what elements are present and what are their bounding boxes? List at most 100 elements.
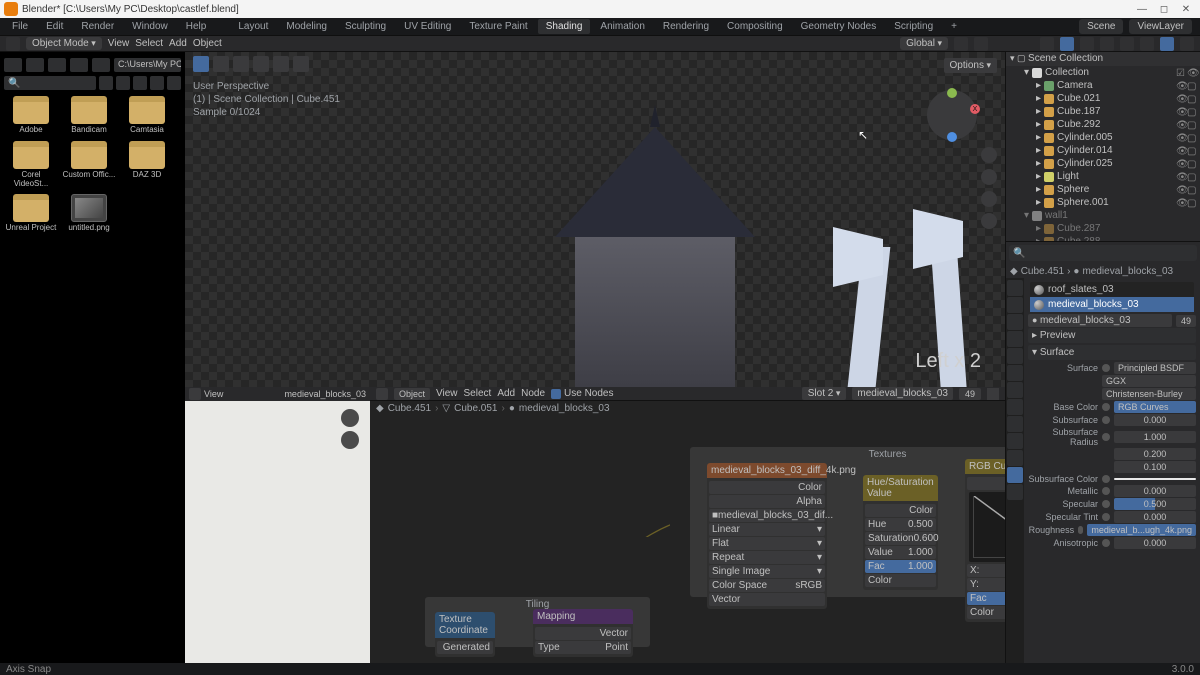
tab-output-icon[interactable]: [1007, 297, 1023, 313]
editor-type-icon[interactable]: [376, 388, 388, 400]
filter-icon[interactable]: [167, 76, 181, 90]
tab-add[interactable]: +: [943, 19, 965, 34]
cursor-tool-icon[interactable]: [213, 56, 229, 72]
folder-item[interactable]: Corel VideoSt...: [4, 141, 58, 189]
distribution-dropdown[interactable]: GGX: [1102, 375, 1196, 387]
tab-rendering[interactable]: Rendering: [655, 19, 717, 34]
tab-viewlayer-icon[interactable]: [1007, 314, 1023, 330]
metallic-field[interactable]: 0.000: [1114, 485, 1196, 497]
ng-menu-add[interactable]: Add: [497, 388, 515, 399]
outliner-object[interactable]: ▸Cube.288: [1006, 235, 1200, 242]
menu-edit[interactable]: Edit: [38, 19, 71, 34]
material-slot-list[interactable]: roof_slates_03 medieval_blocks_03: [1030, 282, 1194, 312]
tab-data-icon[interactable]: [1007, 450, 1023, 466]
outliner-root[interactable]: ▾ ▢ Scene Collection: [1006, 52, 1200, 66]
3d-viewport[interactable]: User Perspective (1) | Scene Collection …: [185, 52, 1005, 387]
path-field[interactable]: C:\Users\My PC\Docu...: [114, 58, 181, 72]
filebrowser-search[interactable]: 🔍: [4, 76, 96, 90]
viewlayer-selector[interactable]: ViewLayer: [1129, 19, 1192, 34]
menu-window[interactable]: Window: [124, 19, 176, 34]
folder-item[interactable]: Camtasia: [120, 96, 174, 135]
tool-icon[interactable]: [293, 56, 309, 72]
outliner-object[interactable]: ▸Cube.187👁▢: [1006, 105, 1200, 118]
outliner-object[interactable]: ▸Cube.021👁▢: [1006, 92, 1200, 105]
vp-menu-add[interactable]: Add: [169, 38, 187, 49]
subsurfrad-field[interactable]: 0.100: [1114, 461, 1196, 473]
tab-physics-icon[interactable]: [1007, 416, 1023, 432]
tab-texturepaint[interactable]: Texture Paint: [461, 19, 535, 34]
new-folder-button[interactable]: [92, 58, 110, 72]
material-slot-dropdown[interactable]: Slot 2 ▾: [802, 387, 847, 400]
tab-uvediting[interactable]: UV Editing: [396, 19, 459, 34]
folder-item[interactable]: Unreal Project: [4, 194, 58, 233]
shading-matprev-icon[interactable]: [1140, 37, 1154, 51]
tab-modeling[interactable]: Modeling: [278, 19, 335, 34]
select-tool-icon[interactable]: [193, 56, 209, 72]
outliner-collection[interactable]: ▾Collection☑👁: [1006, 66, 1200, 79]
vp-menu-select[interactable]: Select: [135, 38, 163, 49]
pause-render-icon[interactable]: [1180, 37, 1194, 51]
tab-sculpting[interactable]: Sculpting: [337, 19, 394, 34]
tab-scripting[interactable]: Scripting: [886, 19, 941, 34]
shader-type-dropdown[interactable]: Object: [394, 388, 430, 400]
tool-icon[interactable]: [253, 56, 269, 72]
tab-world-icon[interactable]: [1007, 348, 1023, 364]
tab-render-icon[interactable]: [1007, 280, 1023, 296]
specular-field[interactable]: 0.500: [1114, 498, 1196, 510]
tool-icon[interactable]: [273, 56, 289, 72]
editor-type-icon[interactable]: [6, 37, 20, 51]
back-button[interactable]: [4, 58, 22, 72]
shading-solid-icon[interactable]: [1120, 37, 1134, 51]
zoom-icon[interactable]: [981, 147, 997, 163]
shading-wire-icon[interactable]: [1100, 37, 1114, 51]
node-texture-coordinate[interactable]: Texture Coordinate Generated: [435, 612, 495, 657]
ng-menu-view[interactable]: View: [436, 388, 458, 399]
vp-menu-object[interactable]: Object: [193, 38, 222, 49]
shader-editor[interactable]: Object View Select Add Node Use Nodes Sl…: [370, 387, 1005, 663]
aniso-field[interactable]: 0.000: [1114, 537, 1196, 549]
close-button[interactable]: ✕: [1176, 2, 1196, 16]
sort-icon[interactable]: [150, 76, 164, 90]
camera-icon[interactable]: [981, 191, 997, 207]
tab-particles-icon[interactable]: [1007, 399, 1023, 415]
material-slot-item[interactable]: medieval_blocks_03: [1030, 297, 1194, 312]
gizmo-y-icon[interactable]: [947, 88, 957, 98]
material-users[interactable]: 49: [959, 388, 981, 400]
outliner-object[interactable]: ▸Cube.292👁▢: [1006, 118, 1200, 131]
file-item[interactable]: untitled.png: [62, 194, 116, 233]
tab-constraints-icon[interactable]: [1007, 433, 1023, 449]
subsurf-field[interactable]: 0.000: [1114, 414, 1196, 426]
pan-icon[interactable]: [981, 169, 997, 185]
roughness-field[interactable]: medieval_b...ugh_4k.png: [1087, 524, 1196, 536]
use-nodes-checkbox[interactable]: Use Nodes: [551, 388, 613, 399]
node-rgb-curves[interactable]: RGB Curves Color X:0.36364 Y:0.21250 Fac…: [965, 459, 1005, 622]
folder-item[interactable]: Adobe: [4, 96, 58, 135]
tab-object-icon[interactable]: [1007, 365, 1023, 381]
tab-geonodes[interactable]: Geometry Nodes: [793, 19, 885, 34]
outliner-object[interactable]: ▸Light👁▢: [1006, 170, 1200, 183]
overlay-toggle-icon[interactable]: [1060, 37, 1074, 51]
forward-button[interactable]: [26, 58, 44, 72]
display-mode-icon[interactable]: [133, 76, 147, 90]
tab-compositing[interactable]: Compositing: [719, 19, 791, 34]
subsurfcolor-field[interactable]: [1114, 478, 1196, 480]
refresh-button[interactable]: [70, 58, 88, 72]
outliner-object[interactable]: ▸Cylinder.025👁▢: [1006, 157, 1200, 170]
outliner-object[interactable]: ▸Sphere👁▢: [1006, 183, 1200, 196]
outliner-collection-hidden[interactable]: ▾wall1: [1006, 209, 1200, 222]
xray-icon[interactable]: [1080, 37, 1094, 51]
material-users[interactable]: 49: [1176, 315, 1196, 327]
tab-shading[interactable]: Shading: [538, 19, 591, 34]
pin-icon[interactable]: [987, 388, 999, 400]
minimize-button[interactable]: —: [1132, 2, 1152, 16]
spectint-field[interactable]: 0.000: [1114, 511, 1196, 523]
menu-file[interactable]: File: [4, 19, 36, 34]
subsurfrad-field[interactable]: 0.200: [1114, 448, 1196, 460]
shading-rendered-icon[interactable]: [1160, 37, 1174, 51]
subsurfrad-field[interactable]: 1.000: [1114, 431, 1196, 443]
display-mode-icon[interactable]: [99, 76, 113, 90]
tab-scene-icon[interactable]: [1007, 331, 1023, 347]
node-image-texture[interactable]: medieval_blocks_03_diff_4k.png Color Alp…: [707, 463, 827, 609]
folder-item[interactable]: Custom Offic...: [62, 141, 116, 189]
maximize-button[interactable]: ◻: [1154, 2, 1174, 16]
